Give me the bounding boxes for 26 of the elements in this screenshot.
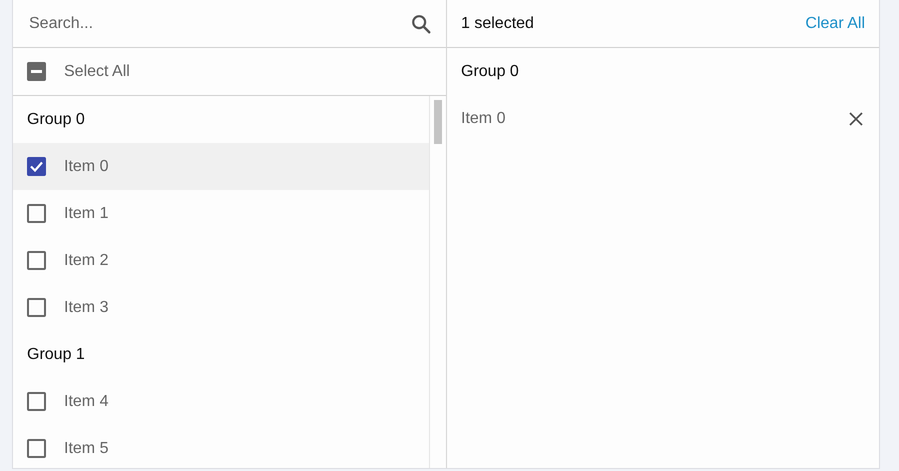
list-item[interactable]: Item 3: [13, 284, 429, 331]
list-item[interactable]: Item 0: [13, 143, 429, 190]
check-icon: [30, 161, 43, 172]
checkbox[interactable]: [27, 298, 46, 317]
search-icon[interactable]: [410, 12, 432, 34]
select-all-label[interactable]: Select All: [64, 62, 130, 80]
checkbox[interactable]: [27, 392, 46, 411]
list-item[interactable]: Item 4: [13, 378, 429, 425]
group-label: Group 0: [461, 62, 519, 80]
list-item[interactable]: Item 1: [13, 190, 429, 237]
checkbox[interactable]: [27, 157, 46, 176]
clear-all-link[interactable]: Clear All: [805, 14, 865, 32]
selected-count: 1 selected: [461, 14, 534, 32]
close-icon[interactable]: [849, 112, 863, 126]
scrollbar-thumb[interactable]: [434, 100, 442, 144]
search-field[interactable]: Search...: [27, 14, 371, 34]
checkbox[interactable]: [27, 204, 46, 223]
group-label: Group 0: [27, 110, 85, 128]
list-item[interactable]: Item 5: [13, 425, 429, 468]
checkbox[interactable]: [27, 251, 46, 270]
checkbox[interactable]: [27, 439, 46, 458]
minus-icon: [31, 70, 42, 73]
group-label: Group 1: [27, 346, 85, 364]
select-all-checkbox[interactable]: [27, 62, 46, 81]
selected-item-label: Item 0: [461, 110, 506, 128]
list-item[interactable]: Item 2: [13, 237, 429, 284]
